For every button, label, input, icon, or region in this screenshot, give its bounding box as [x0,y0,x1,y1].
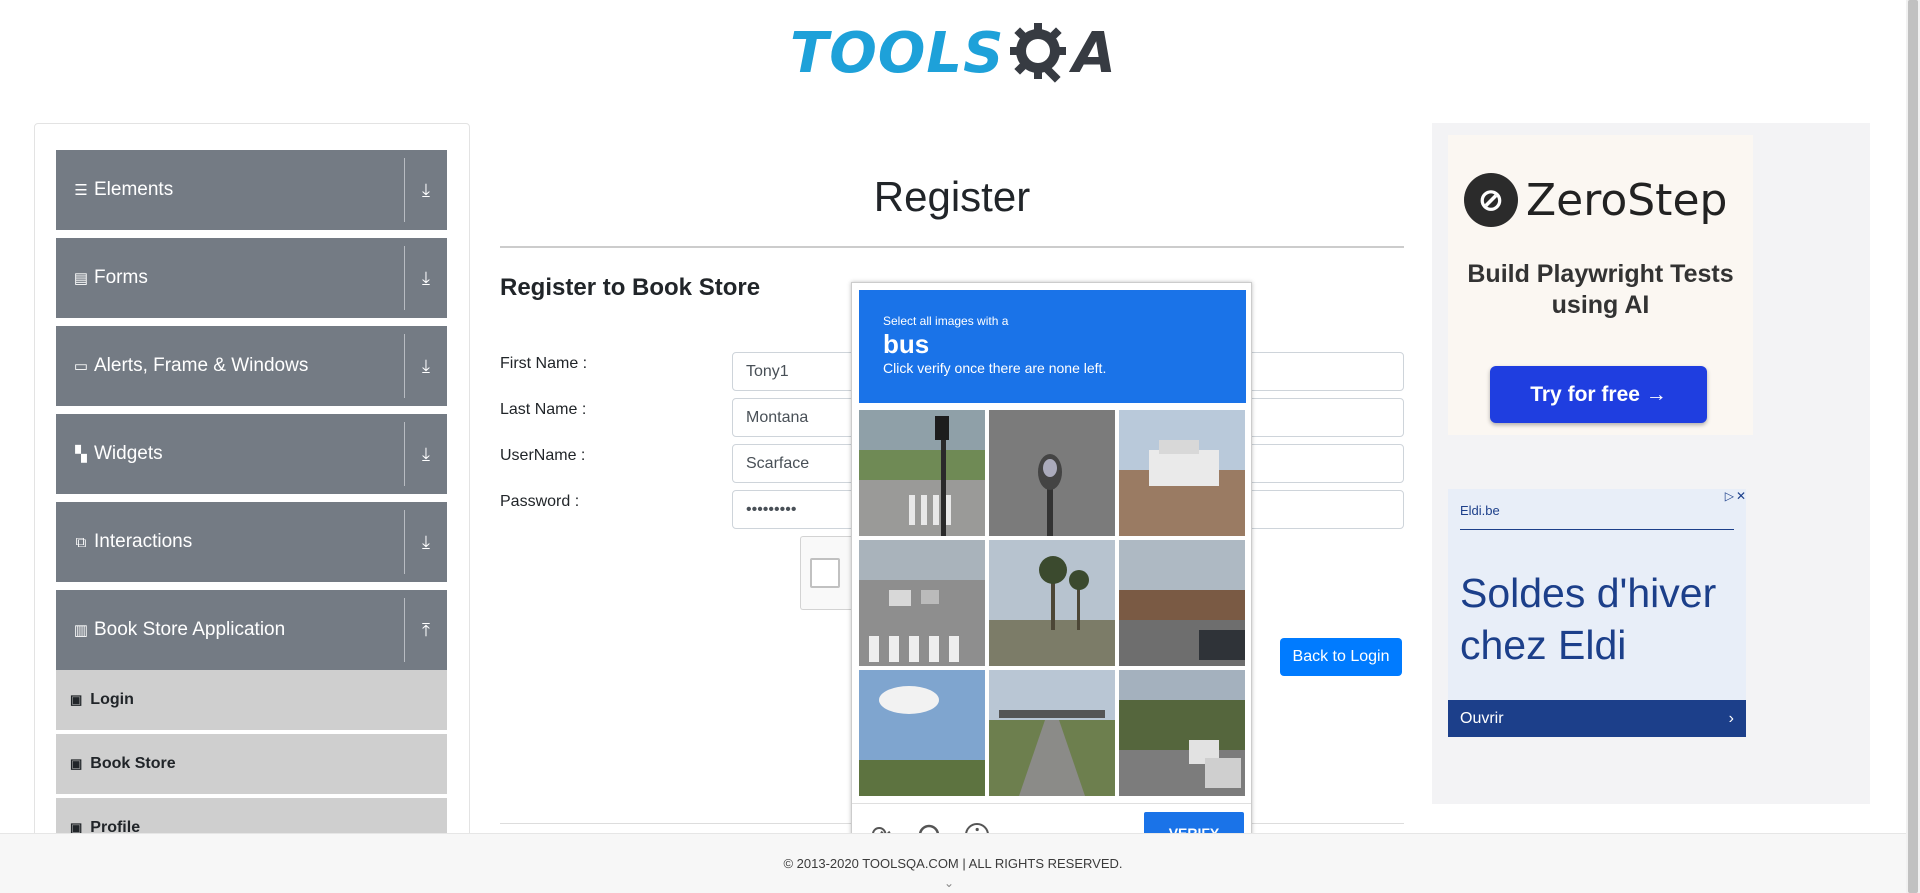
ad-choices[interactable]: ▷ ✕ [1714,489,1746,505]
sidebar-group-label: Elements [94,179,174,200]
zerostep-ad[interactable]: ⊘ ZeroStep Build Playwright Tests using … [1448,135,1753,435]
upload-icon[interactable]: ⤒ [405,620,447,641]
captcha-challenge: Select all images with a bus Click verif… [851,282,1252,863]
list-icon: ☰ [74,182,88,199]
download-icon[interactable]: ⤓ [405,532,447,553]
street-image [859,410,985,536]
sky-field-image [859,670,985,796]
sidebar-group-label: Forms [94,267,148,288]
first-name-label: First Name : [500,355,588,372]
palm-trees-image [989,540,1115,666]
download-icon[interactable]: ⤓ [405,268,447,289]
ad-cta: Ouvrir [1460,709,1504,727]
page: TOOLS QA A ☰ Elements ⤓ ▤ Forms [0,0,1920,893]
widgets-icon: ▚ [75,446,87,463]
interactions-icon: ⧉ [75,533,87,551]
password-label: Password : [500,493,580,510]
sidebar-group-forms[interactable]: ▤ Forms ⤓ [56,238,447,318]
try-for-free-button[interactable]: Try for free → [1490,366,1707,423]
captcha-target: bus [883,329,930,359]
books-icon: ▥ [73,622,89,639]
scrollbar[interactable] [1906,0,1920,893]
download-icon[interactable]: ⤓ [405,356,447,377]
html5-icon: ▣ [70,692,83,707]
parked-cars-image [1119,670,1245,796]
logo-a-glyph: A [1072,20,1116,86]
sidebar-item-book-store[interactable]: ▣ Book Store [56,734,447,796]
form-subtitle: Register to Book Store [500,274,761,301]
captcha-tile-6[interactable] [1119,540,1245,666]
gear-icon [1010,23,1067,83]
captcha-tile-7[interactable] [859,670,985,796]
scrollbar-thumb[interactable] [1908,0,1918,893]
logo-text: TOOLS [790,20,1005,86]
sidebar-item-login[interactable]: ▣ Login [56,670,447,732]
sidebar-group-label: Interactions [94,531,193,552]
captcha-tile-1[interactable] [859,410,985,536]
captcha-tile-4[interactable] [859,540,985,666]
copyright-text: © 2013-2020 TOOLSQA.COM | ALL RIGHTS RES… [783,856,1123,871]
sidebar: ☰ Elements ⤓ ▤ Forms ⤓ ▭ Alerts, Frame &… [34,123,470,893]
captcha-tile-8[interactable] [989,670,1115,796]
sidebar-group-label: Widgets [94,443,163,464]
ad-source: Eldi.be [1460,503,1500,518]
captcha-tile-9[interactable] [1119,670,1245,796]
zerostep-tagline: Build Playwright Tests using AI [1467,260,1734,319]
parking-meter-image [989,410,1115,536]
captcha-tile-3[interactable] [1119,410,1245,536]
sidebar-item-label: Login [90,691,134,708]
intersection-image [1119,540,1245,666]
captcha-tile-5[interactable] [989,540,1115,666]
ad-headline: Soldes d'hiver chez Eldi [1460,570,1717,668]
sidebar-group-bookstore[interactable]: ▥ Book Store Application ⤒ [56,590,447,670]
form-icon: ▤ [73,270,89,287]
divider [500,246,1404,248]
back-to-login-button[interactable]: Back to Login [1280,638,1402,676]
sidebar-group-alerts[interactable]: ▭ Alerts, Frame & Windows ⤓ [56,326,447,406]
captcha-hint: Click verify once there are none left. [883,360,1107,376]
zerostep-icon: ⊘ [1464,173,1518,227]
footer: © 2013-2020 TOOLSQA.COM | ALL RIGHTS RES… [0,833,1906,893]
sidebar-group-elements[interactable]: ☰ Elements ⤓ [56,150,447,230]
divider [1460,529,1734,530]
ad-column: ⊘ ZeroStep Build Playwright Tests using … [1432,123,1870,804]
last-name-label: Last Name : [500,401,587,418]
sidebar-group-interactions[interactable]: ⧉ Interactions ⤓ [56,502,447,582]
sidebar-group-widgets[interactable]: ▚ Widgets ⤓ [56,414,447,494]
html5-icon: ▣ [70,756,83,771]
adchoices-icon[interactable]: ▷ [1725,489,1734,505]
zerostep-brand: ZeroStep [1526,174,1728,226]
download-icon[interactable]: ⤓ [405,444,447,465]
chevron-right-icon: › [1728,709,1734,727]
zerostep-logo: ⊘ ZeroStep [1464,173,1727,227]
sidebar-group-label: Alerts, Frame & Windows [94,355,309,376]
eldi-ad[interactable]: ▷ ✕ Eldi.be Soldes d'hiver chez Eldi Ouvr… [1448,489,1746,737]
chevron-down-icon[interactable]: ⌄ [944,876,954,890]
captcha-header: Select all images with a bus Click verif… [859,290,1246,403]
page-title: Register [873,173,1031,220]
sidebar-group-label: Book Store Application [94,619,286,640]
sidebar-item-label: Book Store [90,755,176,772]
close-icon[interactable]: ✕ [1736,489,1746,505]
window-icon: ▭ [73,358,89,375]
captcha-instruction: Select all images with a [883,314,1009,328]
ad-cta-bar[interactable]: Ouvrir › [1448,700,1746,737]
recaptcha-checkbox[interactable] [810,558,840,588]
traffic-street-image [859,540,985,666]
captcha-tile-2[interactable] [989,410,1115,536]
username-label: UserName : [500,447,586,464]
boat-image [1119,410,1245,536]
toolsqa-logo[interactable]: TOOLS QA A [790,14,1116,92]
download-icon[interactable]: ⤓ [405,180,447,201]
highway-image [989,670,1115,796]
